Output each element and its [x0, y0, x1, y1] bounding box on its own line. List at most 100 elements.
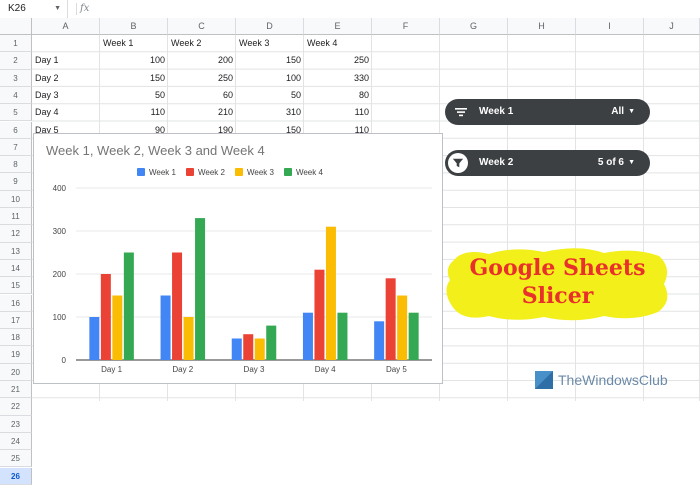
select-all-corner[interactable]	[0, 18, 32, 35]
cell-value[interactable]: 200	[168, 52, 236, 69]
cell-label[interactable]: Day 4	[32, 104, 100, 121]
cell-value[interactable]: 110	[100, 104, 168, 121]
column-header[interactable]: C	[168, 18, 236, 35]
bar[interactable]	[89, 317, 100, 360]
cell-value[interactable]: 50	[236, 87, 304, 104]
bar[interactable]	[314, 269, 325, 360]
row-header[interactable]: 9	[0, 173, 32, 191]
bar[interactable]	[160, 295, 171, 361]
promo-line-1: Google Sheets	[469, 255, 646, 281]
cell-value[interactable]: 50	[100, 87, 168, 104]
row-header[interactable]: 4	[0, 86, 32, 105]
chevron-down-icon[interactable]: ▼	[54, 0, 61, 18]
column-header[interactable]: A	[32, 18, 100, 35]
row-header[interactable]: 19	[0, 346, 32, 364]
cell-value[interactable]: 100	[236, 70, 304, 87]
bar[interactable]	[254, 338, 265, 361]
column-header[interactable]: I	[576, 18, 644, 35]
cell-value[interactable]: 110	[304, 104, 372, 121]
cell-label[interactable]: Week 3	[236, 35, 304, 52]
column-header[interactable]: F	[372, 18, 440, 35]
bar[interactable]	[183, 317, 194, 360]
row-header[interactable]: 15	[0, 277, 32, 295]
bar[interactable]	[123, 252, 134, 361]
column-header[interactable]: B	[100, 18, 168, 35]
bar[interactable]	[172, 252, 183, 361]
row-header[interactable]: 6	[0, 121, 32, 139]
row-header[interactable]: 3	[0, 69, 32, 87]
column-header[interactable]: H	[508, 18, 576, 35]
column-header[interactable]: G	[440, 18, 508, 35]
cell-value[interactable]: 310	[236, 104, 304, 121]
row-header[interactable]: 12	[0, 225, 32, 243]
cell-value[interactable]: 250	[304, 52, 372, 69]
cell-value[interactable]: 150	[100, 70, 168, 87]
row-header[interactable]: 13	[0, 242, 32, 260]
name-box[interactable]: K26 ▼	[0, 0, 68, 18]
cell-label[interactable]: Day 2	[32, 70, 100, 87]
chevron-down-icon[interactable]: ▼	[628, 99, 635, 125]
bar[interactable]	[112, 295, 123, 361]
promo-text: Google Sheets Slicer	[444, 254, 671, 310]
slicer-week-1[interactable]: Week 1 All ▼	[445, 99, 650, 125]
bar[interactable]	[243, 334, 254, 360]
bar[interactable]	[195, 218, 206, 360]
row-header[interactable]: 16	[0, 294, 32, 312]
column-header[interactable]: D	[236, 18, 304, 35]
formula-bar: K26 ▼ fx	[0, 0, 700, 19]
row-header[interactable]: 26	[0, 467, 32, 485]
column-header[interactable]: J	[644, 18, 700, 35]
row-header[interactable]: 25	[0, 450, 32, 468]
row-header[interactable]: 23	[0, 415, 32, 433]
cell-value[interactable]: 330	[304, 70, 372, 87]
cell-label[interactable]: Day 1	[32, 52, 100, 69]
cell-value[interactable]: 250	[168, 70, 236, 87]
slicer-value[interactable]: All	[611, 99, 624, 125]
slicer-label: Week 2	[479, 157, 514, 168]
bar[interactable]	[337, 312, 348, 360]
row-header[interactable]: 20	[0, 363, 32, 381]
bar[interactable]	[266, 325, 277, 360]
bar[interactable]	[385, 278, 396, 360]
bar[interactable]	[374, 321, 385, 360]
bar[interactable]	[325, 226, 336, 360]
bar[interactable]	[100, 274, 111, 360]
bar[interactable]	[231, 338, 242, 361]
y-tick-label: 300	[53, 227, 67, 236]
cell-label[interactable]: Week 1	[100, 35, 168, 52]
cell-value[interactable]: 100	[100, 52, 168, 69]
row-header[interactable]: 18	[0, 329, 32, 347]
cell-value[interactable]: 210	[168, 104, 236, 121]
row-header[interactable]: 21	[0, 381, 32, 399]
cell-value[interactable]: 80	[304, 87, 372, 104]
cell-value[interactable]: 150	[236, 52, 304, 69]
row-header[interactable]: 11	[0, 208, 32, 226]
chevron-down-icon[interactable]: ▼	[628, 150, 635, 176]
x-tick-label: Day 5	[386, 365, 407, 374]
watermark: TheWindowsClub	[534, 370, 668, 390]
row-header[interactable]: 14	[0, 259, 32, 278]
row-header[interactable]: 1	[0, 35, 32, 53]
row-header[interactable]: 24	[0, 432, 32, 451]
row-header[interactable]: 2	[0, 52, 32, 70]
row-header[interactable]: 5	[0, 104, 32, 122]
row-header[interactable]: 8	[0, 156, 32, 174]
column-header[interactable]: E	[304, 18, 372, 35]
x-tick-label: Day 1	[101, 365, 122, 374]
cell-label[interactable]: Day 3	[32, 87, 100, 104]
cell-label[interactable]: Week 2	[168, 35, 236, 52]
bar[interactable]	[397, 295, 408, 361]
slicer-label: Week 1	[479, 106, 514, 117]
bar[interactable]	[408, 312, 419, 360]
x-tick-label: Day 4	[315, 365, 336, 374]
row-header[interactable]: 7	[0, 138, 32, 157]
row-header[interactable]: 10	[0, 190, 32, 208]
cell-label[interactable]: Week 4	[304, 35, 372, 52]
bar[interactable]	[302, 312, 313, 360]
bar-chart[interactable]: Week 1, Week 2, Week 3 and Week 4 Week 1…	[33, 133, 443, 384]
cell-value[interactable]: 60	[168, 87, 236, 104]
row-header[interactable]: 17	[0, 311, 32, 330]
slicer-value[interactable]: 5 of 6	[598, 150, 624, 176]
slicer-week-2[interactable]: Week 2 5 of 6 ▼	[445, 150, 650, 176]
y-tick-label: 0	[62, 356, 67, 365]
